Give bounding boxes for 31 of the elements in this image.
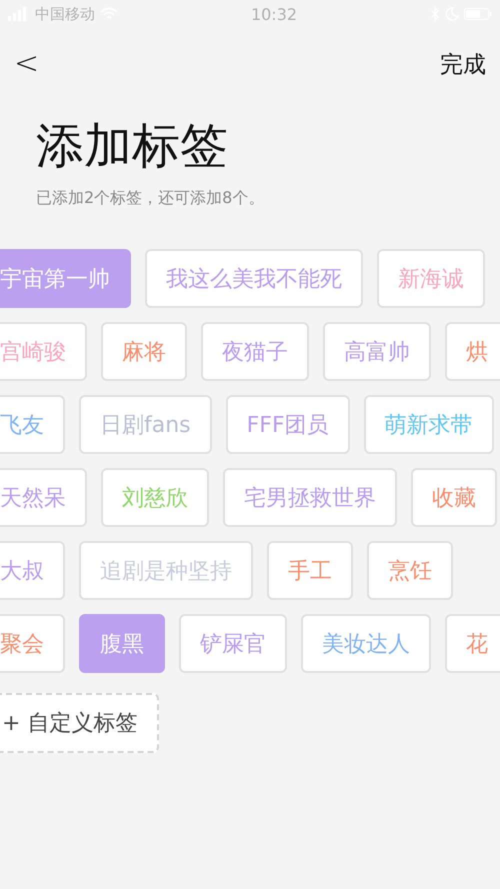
tag-chip[interactable]: 刘慈欣	[101, 468, 209, 527]
tag-chip[interactable]: 日剧fans	[79, 395, 212, 454]
tag-chip[interactable]: 夜猫子	[201, 322, 309, 381]
tag-chip[interactable]: 聚会	[0, 614, 65, 673]
tag-chip[interactable]: 手工	[267, 541, 353, 600]
carrier-name: 中国移动	[35, 4, 95, 24]
tag-chip[interactable]: 腹黑	[79, 614, 165, 673]
page-title: 添加标签	[36, 117, 229, 176]
tag-chip[interactable]: 美妆达人	[301, 614, 431, 673]
tag-chip[interactable]: 宅男拯救世界	[223, 468, 397, 527]
tag-chip[interactable]: 烹饪	[367, 541, 453, 600]
back-button[interactable]: <	[10, 46, 44, 82]
tag-chip[interactable]: 飞友	[0, 395, 65, 454]
tag-chip[interactable]: 天然呆	[0, 468, 87, 527]
done-button[interactable]: 完成	[440, 48, 486, 80]
tag-chip[interactable]: FFF团员	[226, 395, 350, 454]
tag-count-hint: 已添加2个标签，还可添加8个。	[36, 188, 266, 209]
tag-chip[interactable]: 烘	[445, 322, 500, 381]
tag-chip[interactable]: 宇宙第一帅	[0, 249, 131, 308]
tag-chip[interactable]: 新海诚	[377, 249, 485, 308]
clock-time: 10:32	[250, 4, 298, 24]
tag-chip[interactable]: 高富帅	[323, 322, 431, 381]
custom-tag-button[interactable]: + 自定义标签	[0, 693, 160, 753]
tag-chip[interactable]: 麻将	[101, 322, 187, 381]
tag-chip[interactable]: 铲屎官	[179, 614, 287, 673]
tag-chip[interactable]: 萌新求带	[364, 395, 494, 454]
tag-chip[interactable]: 大叔	[0, 541, 65, 600]
tag-chip[interactable]: 宫崎骏	[0, 322, 87, 381]
tag-chip[interactable]: 收藏	[411, 468, 497, 527]
tag-chip[interactable]: 花	[445, 614, 500, 673]
tag-chip[interactable]: 我这么美我不能死	[145, 249, 363, 308]
